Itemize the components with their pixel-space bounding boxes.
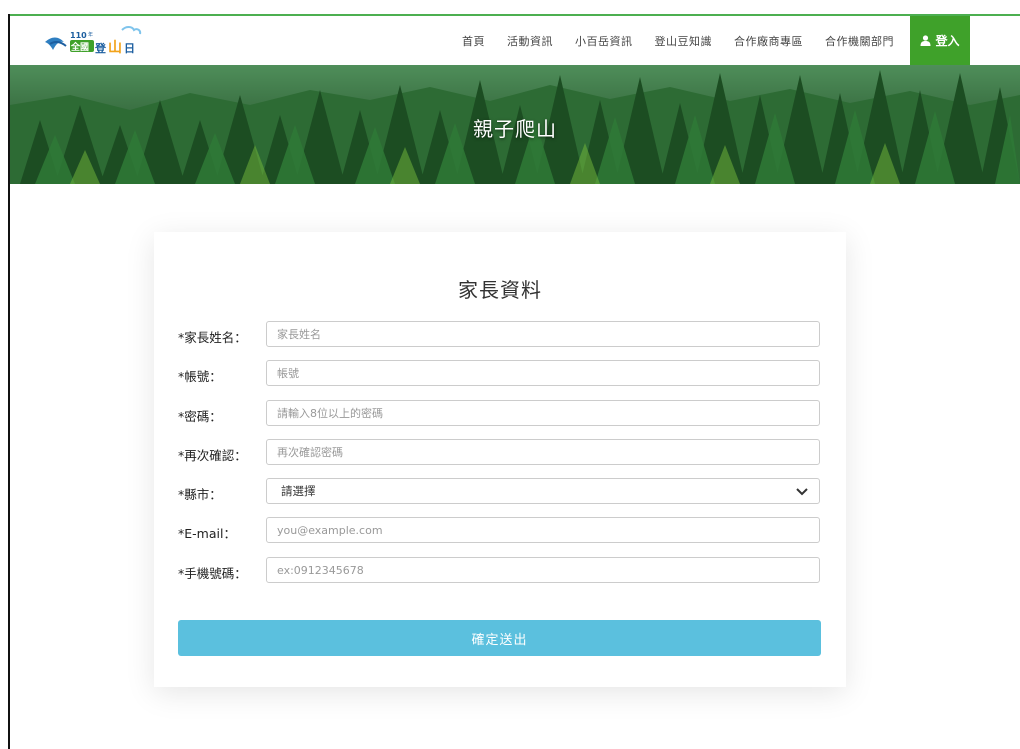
nav-item-home[interactable]: 首頁 [462, 33, 485, 49]
svg-text:110: 110 [70, 31, 87, 40]
nav-item-partner-agencies[interactable]: 合作機關部門 [825, 33, 894, 49]
user-icon [920, 35, 931, 46]
svg-text:年: 年 [88, 31, 93, 38]
password-label: *密碼： [178, 409, 222, 424]
city-select[interactable]: 請選擇 [266, 478, 820, 504]
form-row-mobile: *手機號碼： [178, 557, 822, 585]
login-button[interactable]: 登入 [910, 16, 970, 65]
hero-banner: 親子爬山 [10, 65, 1020, 184]
main-nav: 首頁 活動資訊 小百岳資訊 登山豆知識 合作廠商專區 合作機關部門 [462, 16, 916, 65]
form-row-account: *帳號： [178, 360, 822, 388]
mobile-input[interactable] [266, 557, 820, 583]
email-label: *E-mail： [178, 526, 236, 541]
svg-text:日: 日 [124, 42, 135, 55]
svg-text:登: 登 [94, 41, 107, 55]
city-label: *縣市： [178, 487, 222, 502]
account-input[interactable] [266, 360, 820, 386]
submit-button[interactable]: 確定送出 [178, 620, 821, 656]
login-label: 登入 [935, 34, 960, 48]
parent-name-input[interactable] [266, 321, 820, 347]
email-input[interactable] [266, 517, 820, 543]
form-row-parent-name: *家長姓名： [178, 321, 822, 349]
form-row-city: *縣市： 請選擇 [178, 478, 822, 506]
svg-text:山: 山 [108, 40, 122, 56]
page-title: 親子爬山 [473, 117, 557, 141]
confirm-password-input[interactable] [266, 439, 820, 465]
account-label: *帳號： [178, 369, 222, 384]
mobile-label: *手機號碼： [178, 566, 247, 581]
navbar: 110 年 全國 登 山 日 首頁 活動資訊 小百岳資訊 登山豆知識 合作廠商專… [10, 16, 1020, 65]
svg-text:全國: 全國 [70, 41, 89, 53]
mountain-bird-logo-icon: 110 年 全國 登 山 日 [45, 26, 142, 56]
password-input[interactable] [266, 400, 820, 426]
parent-info-form-card: 家長資料 *家長姓名： *帳號： *密碼： *再次確認： *縣市： 請選擇 *E… [154, 232, 846, 687]
nav-item-events[interactable]: 活動資訊 [507, 33, 553, 49]
site-logo[interactable]: 110 年 全國 登 山 日 [42, 24, 152, 58]
city-select-value: 請選擇 [281, 484, 316, 498]
chevron-down-icon [796, 488, 808, 496]
confirm-password-label: *再次確認： [178, 448, 247, 463]
parent-name-label: *家長姓名： [178, 330, 247, 345]
form-title: 家長資料 [458, 278, 542, 302]
form-row-password: *密碼： [178, 400, 822, 428]
nav-item-partner-vendors[interactable]: 合作廠商專區 [734, 33, 803, 49]
nav-item-hiking-tips[interactable]: 登山豆知識 [655, 33, 713, 49]
form-row-email: *E-mail： [178, 517, 822, 545]
form-row-confirm-password: *再次確認： [178, 439, 822, 467]
nav-item-small-peaks[interactable]: 小百岳資訊 [575, 33, 633, 49]
